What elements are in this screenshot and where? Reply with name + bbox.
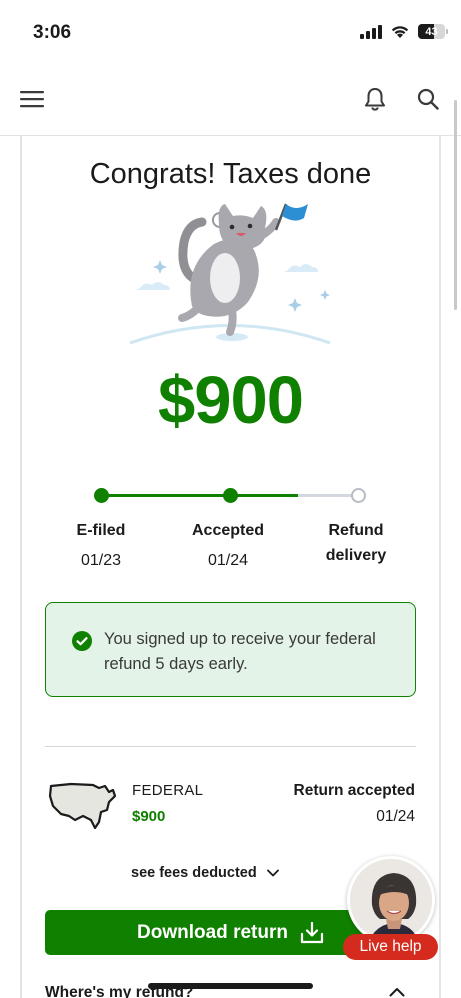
agent-portrait (350, 859, 432, 941)
search-button[interactable] (413, 84, 443, 114)
hamburger-menu-icon (20, 91, 44, 108)
scrollbar[interactable] (454, 100, 457, 310)
live-help-label: Live help (343, 934, 438, 960)
step-date: 01/23 (80, 552, 122, 569)
step-label: E-filed (76, 522, 126, 539)
agent-avatar (347, 856, 435, 944)
us-map-icon (48, 782, 117, 830)
progress-dot-refund-delivery (351, 488, 366, 503)
progress-line-remaining (298, 494, 358, 497)
status-time: 3:06 (33, 22, 72, 43)
step-efiled: E-filed 01/23 (56, 518, 146, 570)
home-indicator[interactable] (148, 983, 313, 989)
step-refund-delivery: Refund delivery (315, 518, 397, 568)
cellular-signal-icon (360, 24, 382, 39)
search-icon (417, 88, 439, 110)
download-button-label: Download return (137, 921, 288, 943)
step-accepted: Accepted 01/24 (178, 518, 278, 570)
battery-icon: 43 (418, 24, 448, 39)
wifi-icon (391, 26, 409, 38)
step-label: Refund delivery (325, 522, 387, 564)
bell-icon (365, 88, 385, 111)
live-help-button[interactable]: Live help (343, 856, 439, 960)
celebrating-cat-illustration (129, 203, 331, 345)
menu-button[interactable] (17, 84, 47, 114)
divider (45, 746, 416, 747)
status-bar: 3:06 43 (0, 0, 461, 66)
fees-link-label: see fees deducted (131, 865, 257, 881)
status-icons: 43 (360, 24, 448, 39)
notifications-button[interactable] (360, 84, 390, 114)
federal-status-date: 01/24 (376, 808, 415, 825)
chevron-up-icon (389, 988, 405, 997)
federal-label: FEDERAL (132, 782, 204, 799)
see-fees-deducted-toggle[interactable]: see fees deducted (131, 865, 279, 881)
progress-line-complete (102, 494, 298, 497)
notice-text: You signed up to receive your federal re… (104, 630, 376, 673)
progress-dot-accepted (223, 488, 238, 503)
progress-tracker (94, 485, 370, 505)
chevron-down-icon (266, 869, 279, 877)
early-refund-notice: You signed up to receive your federal re… (45, 602, 416, 697)
step-label: Accepted (191, 522, 265, 539)
step-date: 01/24 (207, 552, 249, 569)
page-title: Congrats! Taxes done (89, 158, 372, 190)
federal-amount: $900 (132, 808, 166, 825)
app-header (0, 66, 461, 136)
federal-status: Return accepted (293, 782, 415, 799)
refund-amount: $900 (157, 363, 304, 438)
download-icon (300, 921, 324, 943)
progress-dot-efiled (94, 488, 109, 503)
check-circle-icon (72, 631, 92, 651)
